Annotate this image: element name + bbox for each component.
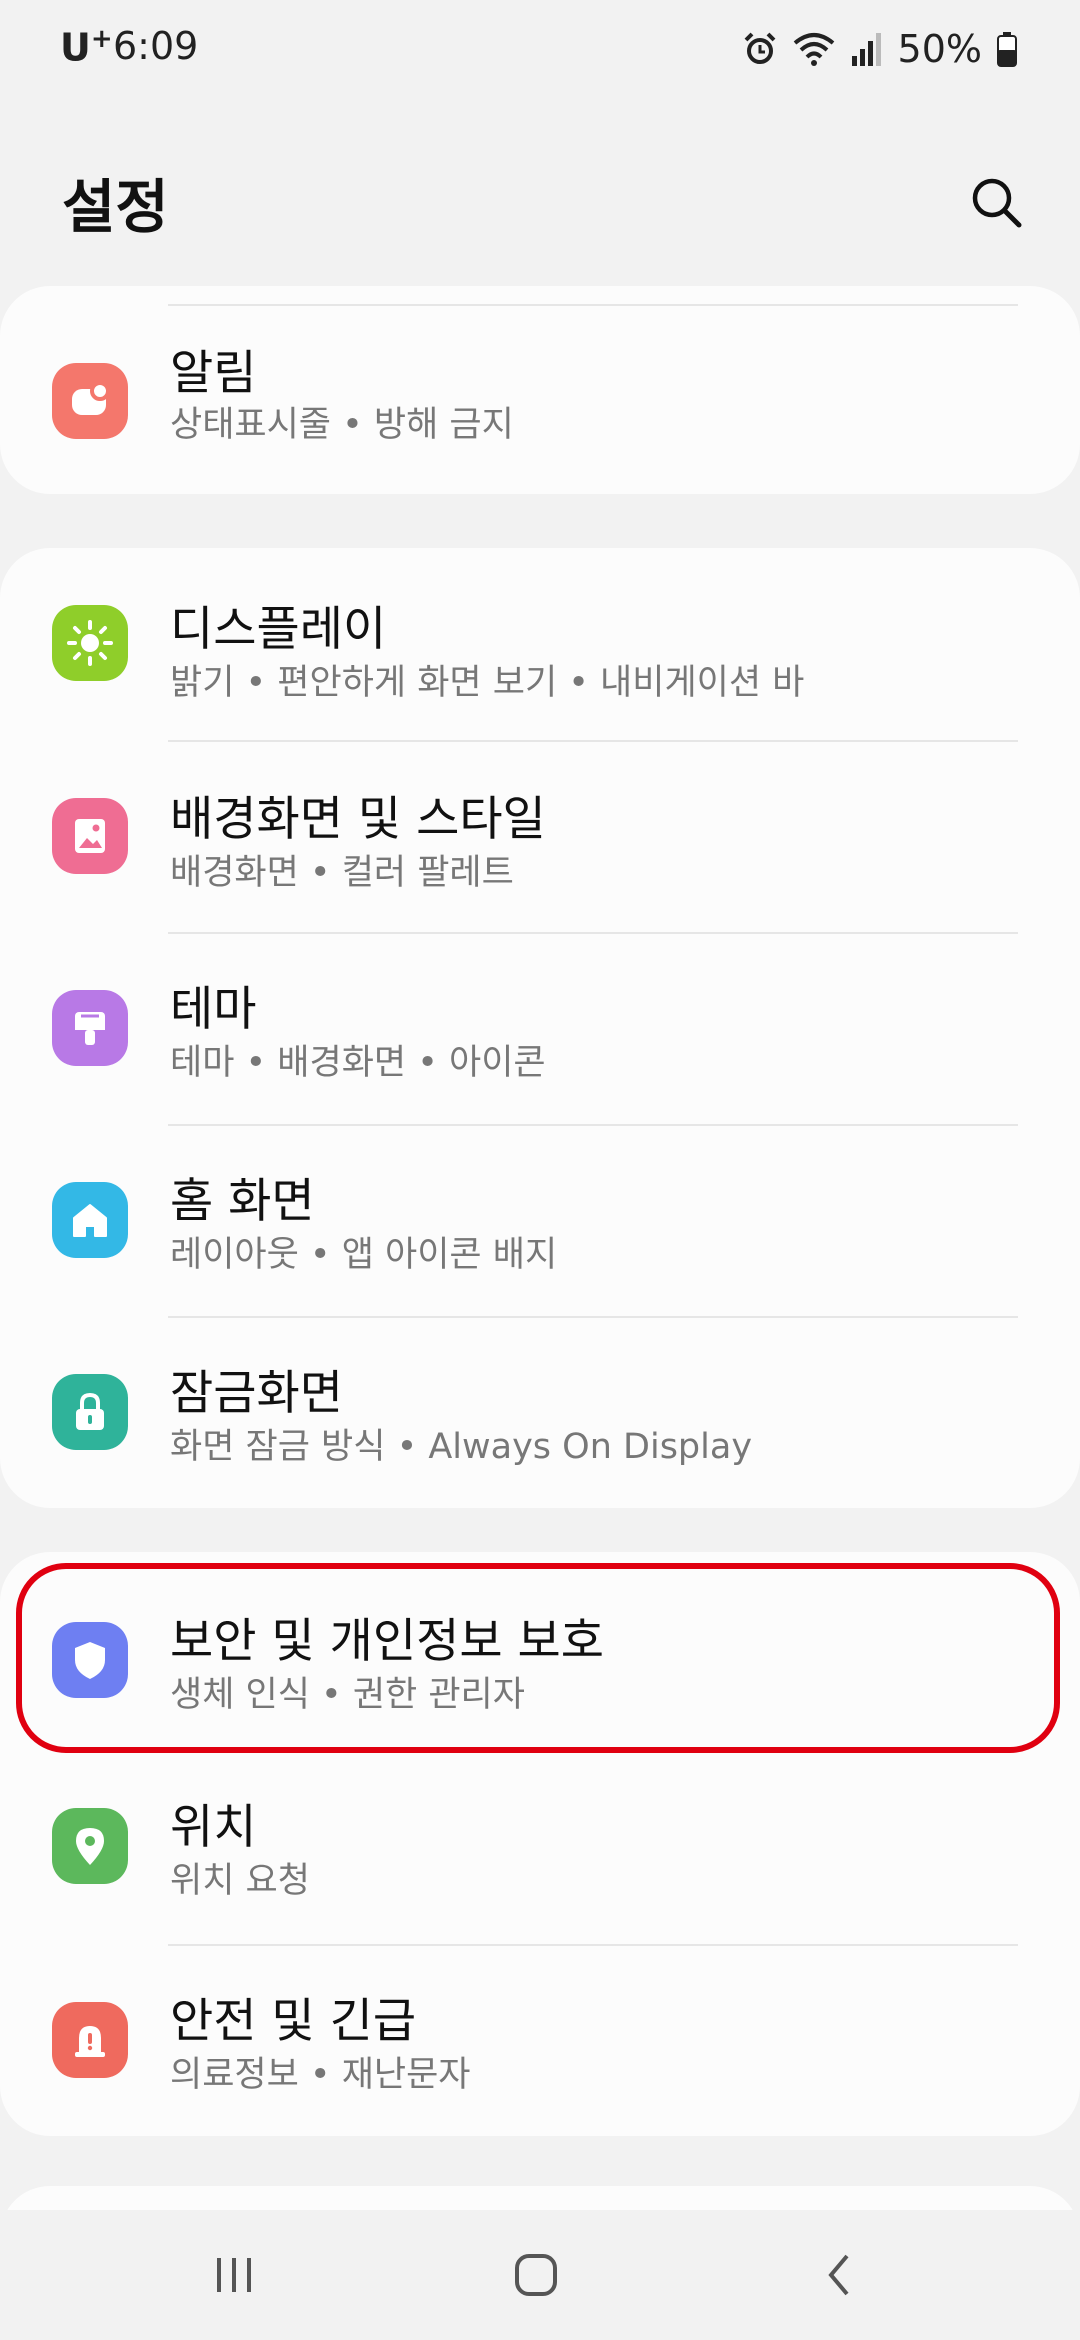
- item-title: 안전 및 긴급: [170, 1994, 417, 2049]
- signal-icon: [851, 33, 881, 66]
- settings-item-themes[interactable]: 테마 테마 • 배경화면 • 아이콘: [0, 934, 1080, 1124]
- highlight-outline: [16, 1563, 1060, 1753]
- navigation-bar: [0, 2210, 1080, 2340]
- bell-icon: [52, 363, 128, 439]
- item-subtitle: 화면 잠금 방식 • Always On Display: [170, 1427, 753, 1467]
- home-button[interactable]: [496, 2240, 576, 2310]
- battery-icon: [997, 32, 1017, 67]
- location-pin-icon: [52, 1808, 128, 1884]
- item-subtitle: 밝기 • 편안하게 화면 보기 • 내비게이션 바: [170, 663, 805, 703]
- brush-icon: [52, 990, 128, 1066]
- settings-item-lock-screen[interactable]: 잠금화면 화면 잠금 방식 • Always On Display: [0, 1318, 1080, 1508]
- back-button[interactable]: [800, 2240, 880, 2310]
- item-subtitle: 위치 요청: [170, 1861, 310, 1901]
- settings-item-display[interactable]: 디스플레이 밝기 • 편안하게 화면 보기 • 내비게이션 바: [0, 548, 1080, 738]
- status-bar: U+ 6:09 50%: [0, 0, 1080, 100]
- lock-icon: [52, 1374, 128, 1450]
- recents-icon: [217, 2258, 251, 2292]
- settings-item-safety[interactable]: 안전 및 긴급 의료정보 • 재난문자: [0, 1946, 1080, 2136]
- settings-item-wallpaper[interactable]: 배경화면 및 스타일 배경화면 • 컬러 팔레트: [0, 742, 1080, 932]
- emergency-icon: [52, 2002, 128, 2078]
- item-title: 위치: [170, 1800, 257, 1855]
- item-title: 배경화면 및 스타일: [170, 792, 546, 847]
- recents-button[interactable]: [194, 2240, 274, 2310]
- item-subtitle: 의료정보 • 재난문자: [170, 2055, 471, 2095]
- home-circle-icon: [515, 2254, 557, 2296]
- carrier-label: U+: [60, 24, 113, 70]
- page-title: 설정: [62, 173, 169, 241]
- item-title: 알림: [170, 346, 257, 401]
- wifi-icon: [793, 33, 834, 66]
- search-button[interactable]: [962, 168, 1032, 238]
- status-icons: 50%: [742, 24, 1018, 74]
- settings-item-location[interactable]: 위치 위치 요청: [0, 1752, 1080, 1942]
- settings-item-home-screen[interactable]: 홈 화면 레이아웃 • 앱 아이콘 배지: [0, 1126, 1080, 1316]
- item-title: 테마: [170, 982, 257, 1037]
- item-title: 디스플레이: [170, 602, 387, 657]
- home-icon: [52, 1182, 128, 1258]
- search-icon: [972, 178, 1022, 228]
- item-subtitle: 배경화면 • 컬러 팔레트: [170, 853, 514, 893]
- back-icon: [828, 2254, 849, 2296]
- battery-percent: 50%: [897, 27, 982, 71]
- alarm-icon: [744, 32, 775, 64]
- settings-group-display: 디스플레이 밝기 • 편안하게 화면 보기 • 내비게이션 바 배경화면 및 스…: [0, 548, 1080, 1508]
- item-subtitle: 상태표시줄 • 방해 금지: [170, 405, 514, 445]
- item-title: 잠금화면: [170, 1366, 343, 1421]
- status-time: 6:09: [113, 24, 199, 68]
- image-icon: [52, 798, 128, 874]
- item-subtitle: 테마 • 배경화면 • 아이콘: [170, 1043, 546, 1083]
- item-title: 홈 화면: [170, 1174, 315, 1229]
- sun-icon: [52, 605, 128, 681]
- settings-group-notifications: 알림 상태표시줄 • 방해 금지: [0, 286, 1080, 494]
- item-subtitle: 레이아웃 • 앱 아이콘 배지: [170, 1235, 558, 1275]
- settings-item-notifications[interactable]: 알림 상태표시줄 • 방해 금지: [0, 306, 1080, 496]
